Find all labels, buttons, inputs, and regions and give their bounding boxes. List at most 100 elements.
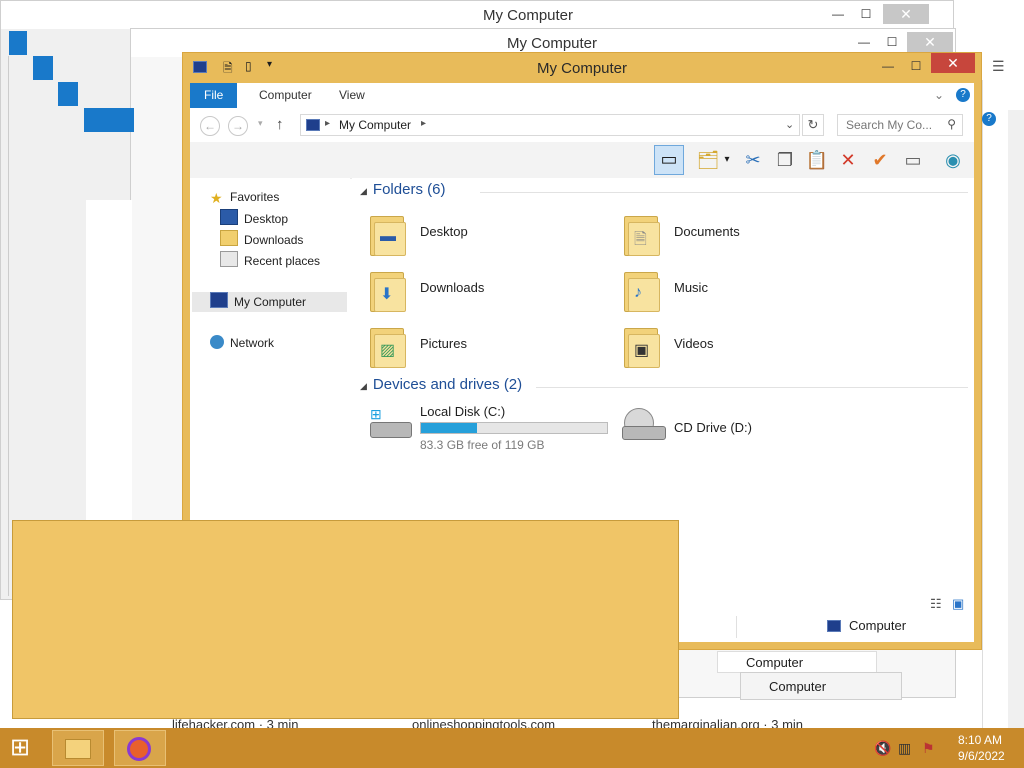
background-window-1-title: My Computer (483, 7, 574, 24)
minimize-icon[interactable]: — (849, 32, 879, 52)
clock-date[interactable]: 9/6/2022 (958, 749, 1005, 763)
close-button[interactable]: ✕ (931, 53, 975, 73)
recent-places-icon (220, 251, 238, 267)
folder-desktop[interactable]: ▬ Desktop (368, 210, 568, 260)
nav-favorites[interactable]: ★ Favorites (210, 188, 279, 206)
command-bar: ▭ 🗂 ▾ ✂ ❐ 📋 ✕ ✔ ▭ ◉ (190, 142, 974, 179)
organize-dropdown-icon[interactable]: ▾ (720, 147, 734, 173)
windows-logo-icon: ⊞ (370, 406, 382, 422)
help-icon[interactable]: ? (982, 112, 996, 126)
computer-icon (827, 620, 841, 632)
folder-documents[interactable]: 🗎 Documents (622, 210, 822, 260)
maximize-icon[interactable]: ☐ (851, 4, 881, 24)
nav-favorites-label: Favorites (230, 190, 280, 204)
volume-muted-icon[interactable]: 🔇 (874, 740, 891, 757)
videos-folder-icon: ▣ (622, 322, 662, 368)
tab-file[interactable]: File (190, 83, 238, 108)
cd-drive-base (622, 426, 666, 440)
refresh-icon[interactable]: ↻ (802, 114, 824, 136)
group-divider (480, 192, 968, 193)
breadcrumb-chevron-icon[interactable]: ▸ (325, 118, 330, 129)
nav-computer-label: My Computer (234, 295, 307, 309)
status-location: Computer (736, 616, 974, 638)
checkmark-icon[interactable]: ✔ (867, 147, 893, 173)
expand-ribbon-icon[interactable]: ⌄ (934, 88, 944, 102)
folder-music[interactable]: ♪ Music (622, 266, 822, 316)
nav-recent-places[interactable]: Recent places (220, 251, 320, 269)
delete-icon[interactable]: ✕ (835, 147, 861, 173)
folder-desktop-label: Desktop (420, 224, 468, 239)
collapse-icon[interactable]: ◢ (360, 381, 367, 391)
nav-downloads[interactable]: Downloads (220, 230, 303, 248)
search-icon: ⚲ (947, 117, 956, 131)
left-ribbon-strip (84, 108, 134, 132)
tab-computer[interactable]: Computer (245, 83, 326, 108)
address-bar[interactable]: ▸ My Computer ▸ ⌄ (300, 114, 800, 136)
clock-time[interactable]: 8:10 AM (958, 733, 1002, 747)
copy-icon[interactable]: ❐ (772, 147, 798, 173)
details-view-icon[interactable]: ☷ (930, 596, 942, 612)
organize-icon[interactable]: 🗂 (695, 147, 721, 173)
background-window-3: Computer (740, 672, 902, 700)
folders-header-label: Folders (6) (372, 181, 446, 198)
breadcrumb-my-computer[interactable]: My Computer (339, 118, 411, 132)
drive-d-label: CD Drive (D:) (674, 420, 752, 435)
folder-videos[interactable]: ▣ Videos (622, 322, 822, 372)
downloads-folder-icon: ⬇ (368, 266, 408, 312)
globe-icon[interactable]: ◉ (940, 147, 966, 173)
group-divider (536, 387, 968, 388)
paste-icon[interactable]: 📋 (804, 147, 830, 173)
taskbar: ⊞ 🔇 ▥ ⚑ 8:10 AM 9/6/2022 (0, 728, 1024, 768)
maximize-button[interactable]: ☐ (901, 56, 931, 76)
folder-videos-label: Videos (674, 336, 714, 351)
back-button[interactable]: ← (200, 116, 220, 136)
drive-usage-fill (421, 423, 477, 433)
minimize-icon[interactable]: — (823, 4, 853, 24)
drive-local-disk[interactable]: ⊞ Local Disk (C:) 83.3 GB free of 119 GB (368, 402, 608, 452)
network-status-icon[interactable]: ▥ (898, 740, 911, 757)
address-row: ← → ▾ ↑ ▸ My Computer ▸ ⌄ ↻ Search My Co… (190, 108, 974, 142)
help-icon[interactable]: ? (956, 88, 970, 102)
start-button[interactable]: ⊞ (10, 736, 30, 760)
nav-my-computer[interactable]: My Computer (192, 292, 347, 312)
minimize-button[interactable]: — (873, 56, 903, 76)
window-title: My Computer (536, 60, 628, 77)
right-scrollbar[interactable] (1008, 110, 1024, 730)
folder-pictures[interactable]: ▨ Pictures (368, 322, 568, 372)
preview-pane-icon[interactable]: ▭ (654, 145, 684, 175)
tab-view[interactable]: View (325, 83, 379, 108)
recent-locations-icon[interactable]: ▾ (258, 118, 263, 129)
large-icons-view-icon[interactable]: ▣ (952, 596, 964, 612)
folder-downloads[interactable]: ⬇ Downloads (368, 266, 568, 316)
folder-icon (65, 739, 91, 759)
drive-cd[interactable]: CD Drive (D:) (622, 402, 822, 452)
cut-icon[interactable]: ✂ (740, 147, 766, 173)
background-window-1-titlebar (1, 1, 953, 29)
devices-header-label: Devices and drives (2) (372, 376, 523, 393)
background-window-2-status: Computer (717, 651, 877, 673)
firefox-taskbar-button[interactable] (114, 730, 166, 766)
maximize-icon[interactable]: ☐ (877, 32, 907, 52)
nav-network[interactable]: Network (210, 334, 274, 352)
forward-button[interactable]: → (228, 116, 248, 136)
collapse-icon[interactable]: ◢ (360, 186, 367, 196)
menu-icon[interactable]: ☰ (992, 58, 1005, 75)
folders-group-header[interactable]: ◢ Folders (6) (360, 181, 968, 203)
nav-network-label: Network (230, 336, 275, 350)
address-dropdown-icon[interactable]: ⌄ (785, 118, 794, 131)
action-center-icon[interactable]: ⚑ (922, 740, 935, 757)
devices-group-header[interactable]: ◢ Devices and drives (2) (360, 376, 968, 398)
background-window-3-status-label: Computer (769, 679, 827, 694)
rename-icon[interactable]: ▭ (900, 147, 926, 173)
up-arrow-icon[interactable]: ↑ (276, 116, 284, 133)
folder-pictures-label: Pictures (420, 336, 467, 351)
close-icon[interactable]: ✕ (907, 32, 953, 52)
file-explorer-taskbar-button[interactable] (52, 730, 104, 766)
network-icon (210, 335, 224, 349)
ribbon: File Computer View ⌄ ? (190, 83, 974, 109)
search-input[interactable]: Search My Co... ⚲ (837, 114, 963, 136)
breadcrumb-chevron-icon[interactable]: ▸ (421, 118, 426, 129)
close-icon[interactable]: ✕ (883, 4, 929, 24)
nav-desktop[interactable]: Desktop (220, 209, 288, 227)
background-window-2-title: My Computer (507, 35, 598, 52)
